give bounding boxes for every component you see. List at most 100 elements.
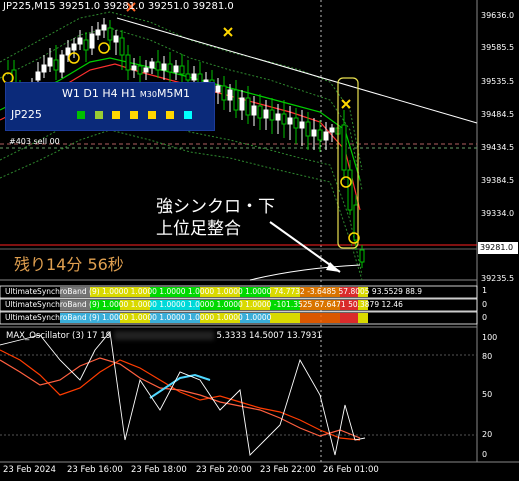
time-label: 23 Feb 22:00 <box>260 465 316 475</box>
candle-body <box>125 54 131 71</box>
candle-body <box>101 24 107 31</box>
candle-body <box>173 65 179 73</box>
redacted-block <box>113 331 214 340</box>
candle-body <box>89 33 95 49</box>
ultimate-scale-label: 0 <box>482 313 488 322</box>
candle-body <box>239 97 245 111</box>
bar-remaining-time: 残り14分 56秒 <box>14 255 124 274</box>
tf-m30[interactable]: M30 <box>140 90 157 99</box>
candle-body <box>281 113 287 125</box>
osc-cyan-line <box>149 373 211 399</box>
ultimate-band-label: UltimateSynchroBand (9) 1.0000 1.0000 1.… <box>5 313 272 322</box>
oscillator-values: 5.3333 14.5007 13.7931 <box>216 331 322 341</box>
candle-body <box>119 37 125 56</box>
time-label: 23 Feb 18:00 <box>131 465 187 475</box>
tf-status-square <box>112 111 120 119</box>
osc-scale-label: 100 <box>482 333 498 342</box>
oscillator-title: MAX_Oscillator (3) 17 19 5.3333 14.5007 … <box>6 331 322 341</box>
osc-scale-label: 50 <box>482 390 493 399</box>
candle-body <box>65 47 71 56</box>
tf-h4[interactable]: H4 <box>102 87 117 100</box>
candle-body <box>227 89 233 101</box>
candle-body <box>323 131 329 141</box>
price-label: 39235.5 <box>481 274 515 283</box>
candle-body <box>191 73 197 81</box>
candle-body <box>233 89 239 111</box>
candle-body <box>317 129 323 141</box>
candle-body <box>83 39 89 51</box>
tf-status-square <box>184 111 192 119</box>
candle-body <box>245 97 251 116</box>
annotation-line2: 上位足整合 <box>156 219 241 239</box>
candle-body <box>47 57 53 67</box>
candle-body <box>329 127 335 133</box>
x-marker <box>223 27 233 37</box>
candle-body <box>311 129 317 137</box>
ultimate-band-cell <box>340 313 358 323</box>
price-label: 39585.5 <box>481 43 515 52</box>
timeframe-panel: W1 D1 H4 H1 M30M5M1 JP225 <box>5 82 215 131</box>
candle-body <box>299 121 305 129</box>
tf-w1[interactable]: W1 <box>62 87 80 100</box>
time-label: 23 Feb 16:00 <box>67 465 123 475</box>
candle-body <box>131 65 137 71</box>
time-label: 23 Feb 20:00 <box>196 465 252 475</box>
ultimate-scale-label: 1 <box>482 286 488 295</box>
annotation-line1: 強シンクロ・下 <box>156 197 275 217</box>
price-label: 39484.5 <box>481 110 515 119</box>
tf-d1[interactable]: D1 <box>83 87 98 100</box>
candle-body <box>293 117 299 129</box>
candle-body <box>275 113 281 121</box>
ultimate-band-label: UltimateSynchroBand (9) 1.0000 1.0000 1.… <box>5 300 403 309</box>
candle-body <box>341 124 347 171</box>
candle-body <box>41 64 47 73</box>
x-marker <box>341 99 351 109</box>
ultimate-band-label: UltimateSynchroBand (9) 1.0000 1.0000 1.… <box>5 287 423 296</box>
osc-scale-label: 80 <box>482 352 493 361</box>
candle-body <box>257 105 263 119</box>
price-label: 39535.5 <box>481 77 515 86</box>
tf-status-square <box>166 111 174 119</box>
signal-annotation: 強シンクロ・下 上位足整合 <box>156 196 275 240</box>
tf-m1[interactable]: M1 <box>174 87 191 100</box>
chart-title: JP225,M15 39251.0 39281.0 39251.0 39281.… <box>3 1 234 12</box>
tf-h1[interactable]: H1 <box>121 87 136 100</box>
time-label: 26 Feb 01:00 <box>323 465 379 475</box>
tf-m5[interactable]: M5 <box>157 87 174 100</box>
ultimate-scale-label: 0 <box>482 300 488 309</box>
candle-body <box>77 37 83 45</box>
candle-body <box>287 117 293 125</box>
current-price-tag: 39281.0 <box>478 242 518 254</box>
price-label: 39636.0 <box>481 11 515 20</box>
candle-body <box>269 109 275 121</box>
candle-body <box>53 59 59 71</box>
candle-body <box>179 65 185 75</box>
candle-body <box>155 61 161 71</box>
candle-body <box>305 121 311 137</box>
ultimate-band-cell <box>270 313 300 323</box>
candle-body <box>185 73 191 81</box>
position-label: #403 sell 00 <box>9 137 60 146</box>
timeframe-row: W1 D1 H4 H1 M30M5M1 <box>62 87 190 100</box>
oscillator-name: MAX_Oscillator (3) 17 19 <box>6 331 112 341</box>
price-label: 39434.5 <box>481 143 515 152</box>
marker-circle <box>98 42 110 54</box>
candle-body <box>35 71 41 81</box>
symbol-label: JP225 <box>11 108 42 121</box>
tf-status-square <box>148 111 156 119</box>
price-label: 39334.0 <box>481 209 515 218</box>
time-label: 23 Feb 2024 <box>3 465 56 475</box>
candle-body <box>251 105 257 116</box>
candle-body <box>107 27 113 41</box>
chart-canvas[interactable] <box>0 0 519 481</box>
candle-body <box>149 61 155 69</box>
candle-body <box>359 249 365 263</box>
candle-body <box>113 35 119 43</box>
candle-body <box>263 109 269 119</box>
candle-body <box>347 169 353 211</box>
tf-status-square <box>77 111 85 119</box>
tf-status-square <box>95 111 103 119</box>
ultimate-band-cell <box>358 313 368 323</box>
candle-body <box>167 63 173 73</box>
candle-body <box>95 29 101 36</box>
